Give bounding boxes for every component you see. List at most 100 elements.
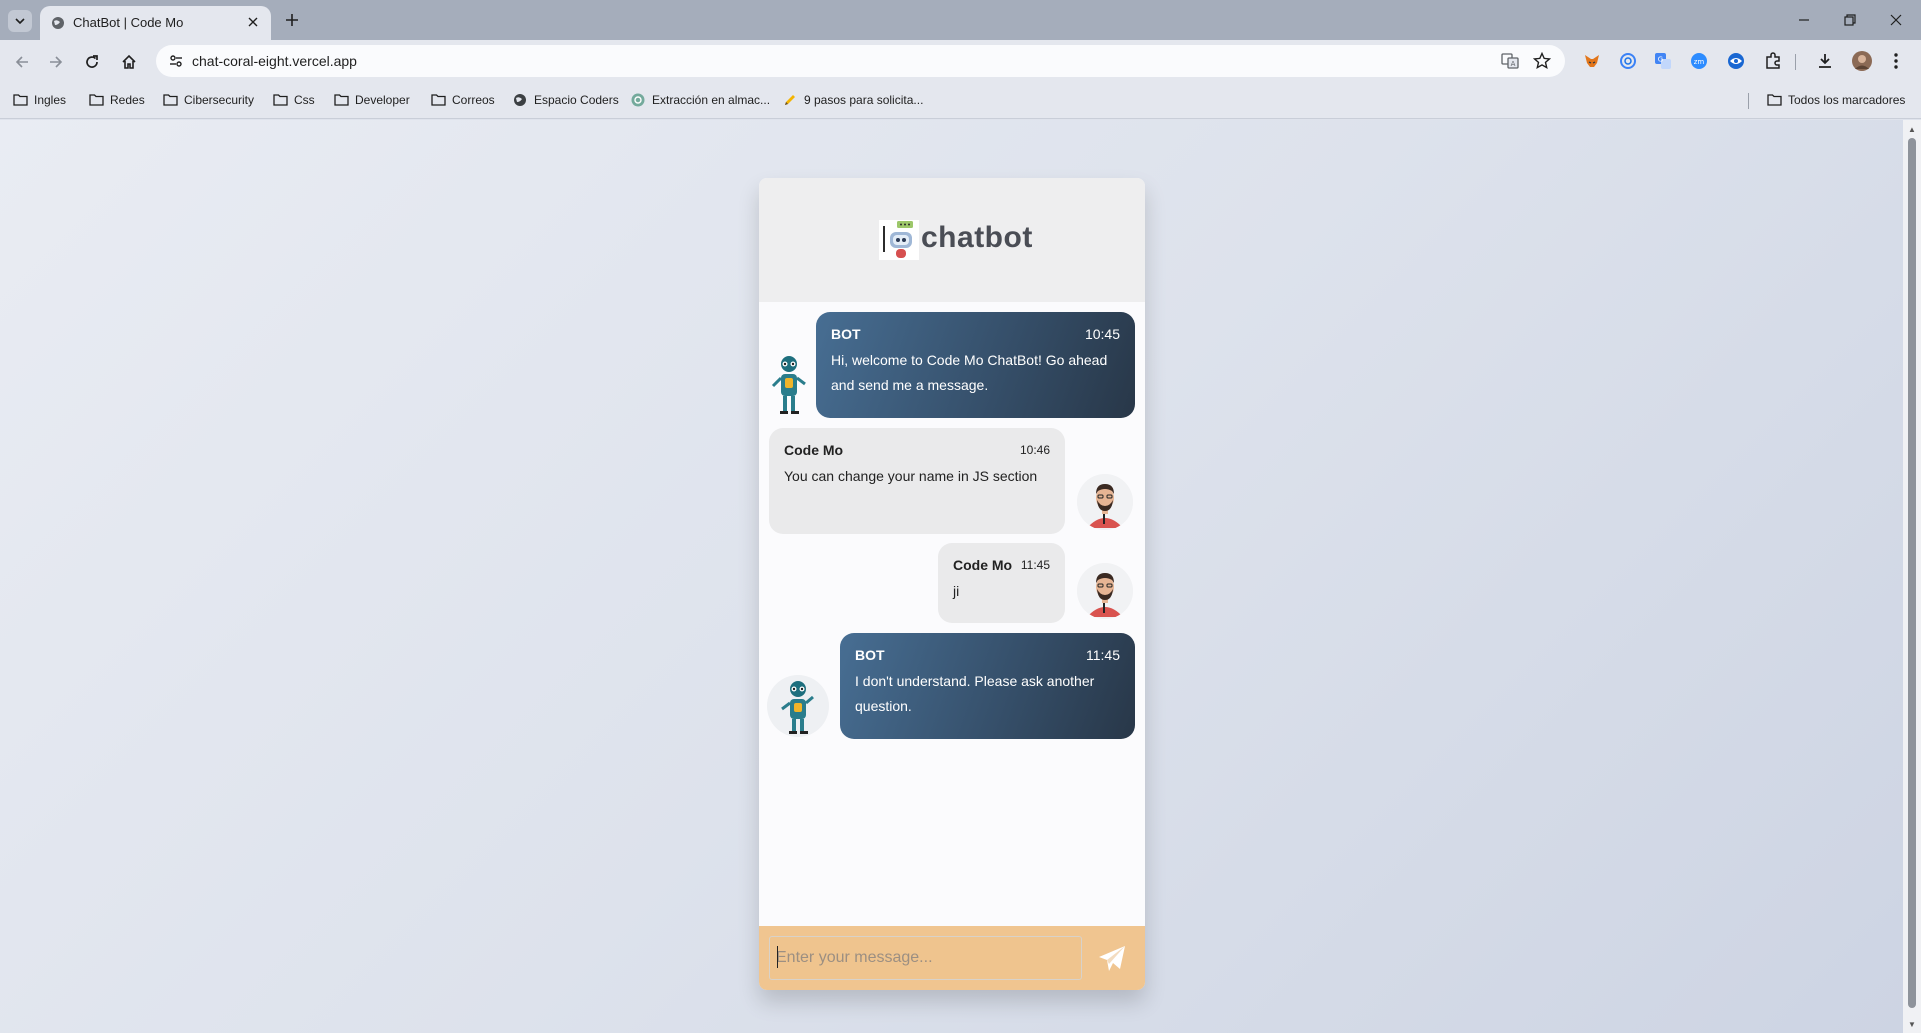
brand-title: chatbot — [921, 221, 1033, 254]
avatar-icon — [1852, 51, 1872, 71]
page-scrollbar[interactable]: ▲ ▼ — [1903, 120, 1921, 1033]
star-icon — [1533, 52, 1551, 70]
eye-icon — [1728, 53, 1744, 69]
restore-icon — [1844, 14, 1856, 26]
bookmark-9-pasos[interactable]: 9 pasos para solicita... — [782, 92, 923, 108]
extensions-button[interactable] — [1763, 51, 1783, 71]
bookmark-label: Redes — [110, 93, 145, 107]
message-header: Code Mo 11:45 — [953, 557, 1050, 573]
globe-icon — [512, 92, 528, 108]
globe-icon — [52, 17, 64, 29]
folder-icon — [12, 92, 28, 108]
downloads-button[interactable] — [1815, 51, 1835, 71]
bookmark-redes[interactable]: Redes — [88, 92, 145, 108]
bot-avatar-icon — [771, 356, 806, 414]
tab-active[interactable]: ChatBot | Code Mo — [40, 6, 271, 40]
zoom-extension-button[interactable]: zm — [1689, 51, 1709, 71]
message-text: I don't understand. Please ask another q… — [855, 673, 1095, 714]
chat-window: chatbot BOT 10:45 Hi, welcome to Code Mo… — [759, 178, 1145, 990]
message-time: 11:45 — [1020, 558, 1050, 572]
metamask-extension-button[interactable] — [1582, 51, 1602, 71]
kebab-menu-icon — [1894, 53, 1898, 69]
close-window-button[interactable] — [1886, 10, 1906, 30]
bookmark-espacio-coders[interactable]: Espacio Coders — [512, 92, 619, 108]
svg-text:G: G — [1658, 56, 1663, 64]
bookmark-label: Todos los marcadores — [1788, 93, 1906, 107]
message-sender: BOT — [855, 647, 885, 663]
bookmark-correos[interactable]: Correos — [430, 92, 495, 108]
svg-text:zm: zm — [1694, 58, 1705, 66]
message-text: ji — [953, 583, 960, 599]
message-row: BOT 10:45 Hi, welcome to Code Mo ChatBot… — [759, 312, 1145, 418]
tab-strip: ChatBot | Code Mo — [0, 0, 1921, 40]
back-button[interactable] — [12, 52, 32, 72]
home-button[interactable] — [119, 52, 139, 72]
eye-extension-button[interactable] — [1726, 51, 1746, 71]
folder-icon — [162, 92, 178, 108]
user-message-bubble: Code Mo 11:45 ji — [938, 543, 1065, 623]
message-sender: BOT — [831, 326, 861, 342]
address-bar[interactable]: chat-coral-eight.vercel.app A — [156, 45, 1565, 77]
message-header: Code Mo 10:46 — [784, 442, 1050, 458]
bot-message-bubble: BOT 11:45 I don't understand. Please ask… — [840, 633, 1135, 739]
message-header: BOT 11:45 — [855, 647, 1120, 663]
bookmark-all-folder[interactable]: Todos los marcadores — [1766, 92, 1905, 108]
close-icon — [248, 17, 258, 27]
bookmarks-divider — [1748, 93, 1749, 109]
extension-circle-button[interactable] — [1618, 51, 1638, 71]
tab-search-button[interactable] — [8, 10, 32, 32]
browser-toolbar: chat-coral-eight.vercel.app A G zm — [0, 40, 1921, 83]
translate-icon: A — [1501, 53, 1519, 69]
forward-button[interactable] — [46, 52, 66, 72]
message-header: BOT 10:45 — [831, 326, 1120, 342]
bookmark-cibersecurity[interactable]: Cibersecurity — [162, 92, 254, 108]
bookmark-star-button[interactable] — [1532, 51, 1552, 71]
close-tab-button[interactable] — [245, 14, 261, 30]
bookmark-label: Correos — [452, 93, 495, 107]
pencil-icon — [782, 92, 798, 108]
folder-icon — [333, 92, 349, 108]
user-message-bubble: Code Mo 10:46 You can change your name i… — [769, 428, 1065, 534]
message-text: You can change your name in JS section — [784, 468, 1038, 484]
bookmark-label: Cibersecurity — [184, 93, 255, 107]
bookmarks-bar: Ingles Redes Cibersecurity Css Developer… — [0, 83, 1921, 119]
site-info-button[interactable] — [166, 52, 186, 70]
profile-button[interactable] — [1852, 51, 1872, 71]
circle-extension-icon — [1620, 53, 1636, 69]
toolbar-divider — [1795, 54, 1796, 70]
bookmark-label: Developer — [355, 93, 410, 107]
arrow-left-icon — [15, 56, 28, 68]
bookmark-developer[interactable]: Developer — [333, 92, 410, 108]
text-cursor — [777, 946, 778, 968]
bookmark-ingles[interactable]: Ingles — [12, 92, 66, 108]
new-tab-button[interactable] — [282, 10, 302, 30]
translate-button[interactable]: A — [1500, 51, 1520, 71]
bookmark-extraccion[interactable]: Extracción en almac... — [630, 92, 770, 108]
bookmark-label: 9 pasos para solicita... — [804, 93, 924, 107]
bookmark-label: Espacio Coders — [534, 93, 619, 107]
message-time: 11:45 — [1086, 647, 1120, 663]
openai-icon — [630, 92, 646, 108]
message-input[interactable] — [769, 936, 1082, 980]
google-translate-extension-button[interactable]: G — [1653, 51, 1673, 71]
url-text[interactable]: chat-coral-eight.vercel.app — [192, 53, 357, 69]
folder-icon — [88, 92, 104, 108]
download-icon — [1819, 54, 1831, 68]
bot-message-bubble: BOT 10:45 Hi, welcome to Code Mo ChatBot… — [816, 312, 1135, 418]
scroll-up-icon[interactable]: ▲ — [1907, 124, 1917, 134]
message-row: Code Mo 10:46 You can change your name i… — [759, 428, 1145, 534]
send-button[interactable] — [1097, 944, 1127, 974]
plus-icon — [286, 14, 298, 26]
reload-icon — [86, 55, 98, 68]
scroll-down-icon[interactable]: ▼ — [1907, 1019, 1917, 1029]
browser-menu-button[interactable] — [1886, 51, 1906, 71]
chevron-down-icon — [15, 18, 25, 25]
message-row: BOT 11:45 I don't understand. Please ask… — [759, 633, 1145, 739]
scroll-thumb[interactable] — [1908, 138, 1916, 1008]
minimize-button[interactable] — [1794, 10, 1814, 30]
folder-icon — [430, 92, 446, 108]
message-time: 10:46 — [1019, 443, 1050, 457]
restore-button[interactable] — [1840, 10, 1860, 30]
reload-button[interactable] — [82, 52, 102, 72]
bookmark-css[interactable]: Css — [272, 92, 315, 108]
